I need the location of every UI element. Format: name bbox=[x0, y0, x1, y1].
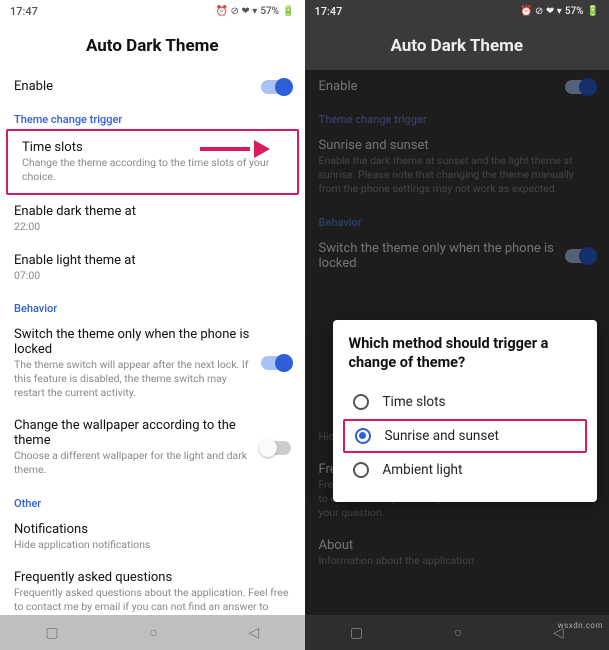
timeslots-sub: Change the theme according to the time s… bbox=[22, 156, 283, 184]
left-screen: 17:47 ⏰ ⊘ ❤ ▾ 57% 🔋 Auto Dark Theme Enab… bbox=[0, 0, 305, 650]
wallpaper-toggle[interactable] bbox=[261, 441, 291, 455]
nav-home-icon[interactable]: ○ bbox=[149, 624, 157, 641]
faq-row[interactable]: Frequently asked questions Frequently as… bbox=[0, 561, 305, 615]
section-other: Other bbox=[0, 487, 305, 513]
nav-bar: ▢ ○ ◁ bbox=[0, 615, 305, 650]
option-timeslots[interactable]: Time slots bbox=[349, 385, 582, 419]
radio-icon bbox=[355, 428, 371, 444]
option-sunrise-sunset[interactable]: Sunrise and sunset bbox=[343, 419, 588, 453]
page-title: Auto Dark Theme bbox=[0, 22, 305, 70]
notifications-row[interactable]: Notifications Hide application notificat… bbox=[0, 513, 305, 561]
nav-recent-icon[interactable]: ▢ bbox=[350, 625, 363, 641]
section-trigger: Theme change trigger bbox=[0, 103, 305, 129]
wallpaper-row[interactable]: Change the wallpaper according to the th… bbox=[0, 409, 305, 486]
enable-label: Enable bbox=[14, 79, 53, 94]
radio-icon bbox=[353, 462, 369, 478]
status-time: 17:47 bbox=[315, 5, 343, 18]
right-screen: 17:47 ⏰ ⊘ ❤ ▾ 57% 🔋 Auto Dark Theme Enab… bbox=[305, 0, 609, 650]
switch-locked-toggle[interactable] bbox=[261, 356, 291, 370]
nav-recent-icon[interactable]: ▢ bbox=[45, 625, 58, 641]
enable-row[interactable]: Enable bbox=[0, 70, 305, 103]
section-behavior: Behavior bbox=[0, 292, 305, 318]
settings-content: Enable Theme change trigger Time slots C… bbox=[0, 70, 305, 615]
status-icons: ⏰ ⊘ ❤ ▾ 57% 🔋 bbox=[216, 6, 295, 17]
status-bar: 17:47 ⏰ ⊘ ❤ ▾ 57% 🔋 bbox=[305, 0, 609, 22]
status-icons: ⏰ ⊘ ❤ ▾ 57% 🔋 bbox=[520, 6, 599, 17]
page-title: Auto Dark Theme bbox=[305, 22, 609, 70]
option-ambient[interactable]: Ambient light bbox=[349, 453, 582, 487]
status-bar: 17:47 ⏰ ⊘ ❤ ▾ 57% 🔋 bbox=[0, 0, 305, 22]
arrow-annotation bbox=[200, 140, 270, 158]
nav-back-icon[interactable]: ◁ bbox=[248, 625, 259, 641]
enable-toggle[interactable] bbox=[261, 80, 291, 94]
switch-locked-row[interactable]: Switch the theme only when the phone is … bbox=[0, 318, 305, 410]
dialog-title: Which method should trigger a change of … bbox=[349, 335, 582, 373]
dark-at-row[interactable]: Enable dark theme at 22:00 bbox=[0, 195, 305, 243]
radio-icon bbox=[353, 394, 369, 410]
trigger-dialog: Which method should trigger a change of … bbox=[333, 320, 598, 502]
highlight-timeslots: Time slots Change the theme according to… bbox=[6, 129, 299, 195]
light-at-row[interactable]: Enable light theme at 07:00 bbox=[0, 244, 305, 292]
status-time: 17:47 bbox=[10, 5, 38, 18]
settings-content: Enable Theme change trigger Sunrise and … bbox=[305, 70, 609, 615]
nav-home-icon[interactable]: ○ bbox=[454, 624, 462, 641]
watermark: wsxdn.com bbox=[558, 621, 603, 630]
